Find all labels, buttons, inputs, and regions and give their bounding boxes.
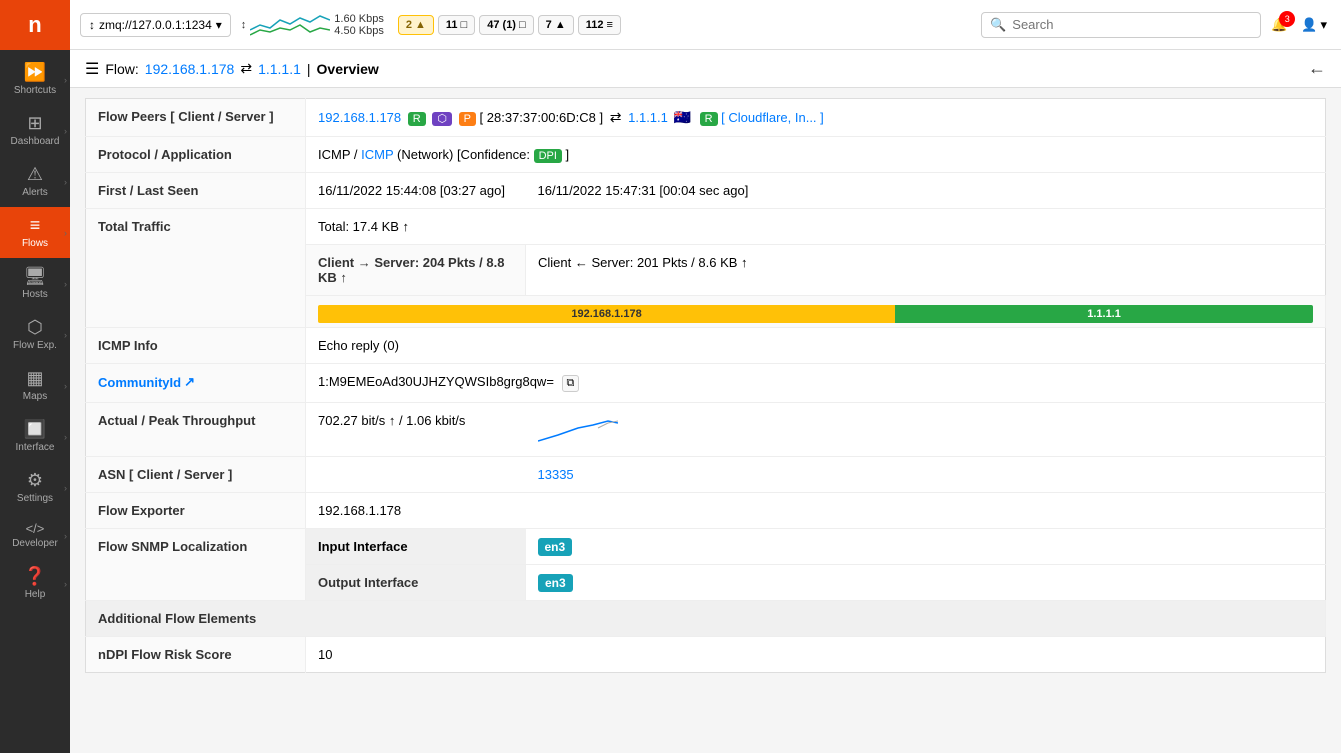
user-button[interactable]: 👤 ▾ xyxy=(1297,13,1331,37)
peers-value: 192.168.1.178 R ⬡ P [ 28:37:37:00:6D:C8 … xyxy=(306,99,1326,137)
badge-alerts[interactable]: 2 ▲ xyxy=(398,15,434,35)
community-id-link[interactable]: CommunityId ↗ xyxy=(98,374,195,390)
throughput-graph xyxy=(250,10,330,40)
help-icon: ❓ xyxy=(24,566,46,587)
p-badge: P xyxy=(459,112,476,126)
badge-warn[interactable]: 7 ▲ xyxy=(538,15,574,35)
client-traffic-bar: 192.168.1.178 xyxy=(318,305,895,323)
back-button[interactable]: ← xyxy=(1308,58,1326,79)
source-icon: ↕ xyxy=(89,18,95,32)
table-row: Actual / Peak Throughput 702.27 bit/s ↑ … xyxy=(86,403,1326,457)
throughput-display: ↕ 1.60 Kbps 4.50 Kbps xyxy=(241,10,384,40)
client-ip-link[interactable]: 192.168.1.178 xyxy=(318,110,401,125)
flow-info-table: Flow Peers [ Client / Server ] 192.168.1… xyxy=(85,98,1326,673)
flowexp-icon: ⬡ xyxy=(27,317,43,338)
badge-list[interactable]: 112 ≡ xyxy=(578,15,621,35)
breadcrumb: ☰ Flow: 192.168.1.178 ⇄ 1.1.1.1 | Overvi… xyxy=(70,50,1341,88)
sidebar-item-alerts[interactable]: ⚠ Alerts › xyxy=(0,156,70,207)
copy-button[interactable]: ⧉ xyxy=(562,375,580,392)
subnet-badge: ⬡ xyxy=(432,112,452,126)
shortcuts-icon: ⏩ xyxy=(24,62,46,83)
sidebar-item-flowexp[interactable]: ⬡ Flow Exp. › xyxy=(0,309,70,360)
badge-group: 2 ▲ 11 □ 47 (1) □ 7 ▲ 112 ≡ xyxy=(398,15,621,35)
interface-icon: 🔲 xyxy=(24,419,46,440)
search-icon: 🔍 xyxy=(990,17,1006,33)
cloudflare-link[interactable]: [ Cloudflare, In... ] xyxy=(721,110,824,125)
alerts-icon: ⚠ xyxy=(27,164,43,185)
table-row: Additional Flow Elements xyxy=(86,601,1326,637)
transfer-icon: ↕ xyxy=(241,19,247,31)
sidebar-item-maps[interactable]: ▦ Maps › xyxy=(0,360,70,411)
flow-arrows-icon: ⇄ xyxy=(610,109,622,125)
dashboard-icon: ⊞ xyxy=(27,113,42,134)
community-id-value: 1:M9EMEoAd30UJHZYQWSIb8grg8qw= ⧉ xyxy=(306,364,1326,403)
asn-link[interactable]: 13335 xyxy=(538,467,574,482)
table-row: First / Last Seen 16/11/2022 15:44:08 [0… xyxy=(86,173,1326,209)
table-row: Protocol / Application ICMP / ICMP (Netw… xyxy=(86,137,1326,173)
sidebar-item-hosts[interactable]: 🖥 Hosts › xyxy=(0,258,70,309)
sidebar: n ⏩ Shortcuts › ⊞ Dashboard › ⚠ Alerts ›… xyxy=(0,0,70,753)
protocol-link[interactable]: ICMP xyxy=(361,147,393,162)
flag-icon: 🇦🇺 xyxy=(674,109,691,125)
sidebar-item-flows[interactable]: ≡ Flows › xyxy=(0,207,70,258)
table-row: Flow SNMP Localization Input Interface e… xyxy=(86,529,1326,565)
flows-icon: ≡ xyxy=(30,215,41,236)
table-row: Total Traffic Total: 17.4 KB ↑ xyxy=(86,209,1326,245)
external-link-icon: ↗ xyxy=(184,374,195,390)
output-interface-badge: en3 xyxy=(538,574,573,592)
table-row: CommunityId ↗ 1:M9EMEoAd30UJHZYQWSIb8grg… xyxy=(86,364,1326,403)
bell-button[interactable]: 🔔 3 xyxy=(1267,13,1291,37)
user-dropdown-icon: ▾ xyxy=(1320,17,1327,33)
protocol-value: ICMP / ICMP (Network) [Confidence: DPI ] xyxy=(306,137,1326,173)
table-row: ASN [ Client / Server ] 13335 xyxy=(86,457,1326,493)
flow-detail-content: Flow Peers [ Client / Server ] 192.168.1… xyxy=(70,88,1341,753)
sidebar-item-settings[interactable]: ⚙ Settings › xyxy=(0,462,70,513)
server-traffic-bar: 1.1.1.1 xyxy=(895,305,1313,323)
sidebar-item-dashboard[interactable]: ⊞ Dashboard › xyxy=(0,105,70,156)
main-content: ↕ zmq://127.0.0.1:1234 ▾ ↕ 1.60 Kbps 4.5… xyxy=(70,0,1341,753)
source-selector[interactable]: ↕ zmq://127.0.0.1:1234 ▾ xyxy=(80,13,231,37)
developer-icon: </> xyxy=(26,521,45,536)
table-row: nDPI Flow Risk Score 10 xyxy=(86,637,1326,673)
table-row: Flow Exporter 192.168.1.178 xyxy=(86,493,1326,529)
logo: n xyxy=(0,0,70,50)
hosts-icon: 🖥 xyxy=(24,266,47,287)
menu-icon[interactable]: ☰ xyxy=(85,59,99,79)
user-icon: 👤 xyxy=(1301,17,1317,33)
server-ip-link[interactable]: 1.1.1.1 xyxy=(628,110,668,125)
search-box[interactable]: 🔍 xyxy=(981,12,1261,38)
badge-hosts[interactable]: 11 □ xyxy=(438,15,475,35)
sidebar-item-help[interactable]: ❓ Help › xyxy=(0,558,70,609)
client-r-badge: R xyxy=(408,112,426,126)
throughput-mini-graph xyxy=(538,413,618,443)
input-interface-badge: en3 xyxy=(538,538,573,556)
traffic-bar: 192.168.1.178 1.1.1.1 xyxy=(318,305,1313,323)
maps-icon: ▦ xyxy=(26,368,43,389)
table-row: Flow Peers [ Client / Server ] 192.168.1… xyxy=(86,99,1326,137)
sidebar-item-developer[interactable]: </> Developer › xyxy=(0,513,70,558)
server-r-badge: R xyxy=(700,112,718,126)
sidebar-item-shortcuts[interactable]: ⏩ Shortcuts › xyxy=(0,54,70,105)
peers-label: Flow Peers [ Client / Server ] xyxy=(86,99,306,137)
sidebar-item-interface[interactable]: 🔲 Interface › xyxy=(0,411,70,462)
bell-badge: 3 xyxy=(1279,11,1295,27)
search-area: 🔍 🔔 3 👤 ▾ xyxy=(981,12,1331,38)
topbar: ↕ zmq://127.0.0.1:1234 ▾ ↕ 1.60 Kbps 4.5… xyxy=(70,0,1341,50)
search-input[interactable] xyxy=(1012,17,1252,32)
breadcrumb-client-ip[interactable]: 192.168.1.178 xyxy=(145,61,235,77)
dpi-badge: DPI xyxy=(534,149,562,163)
dropdown-icon: ▾ xyxy=(216,18,222,32)
breadcrumb-server-ip[interactable]: 1.1.1.1 xyxy=(258,61,301,77)
settings-icon: ⚙ xyxy=(27,470,43,491)
table-row: ICMP Info Echo reply (0) xyxy=(86,328,1326,364)
badge-flows[interactable]: 47 (1) □ xyxy=(479,15,533,35)
